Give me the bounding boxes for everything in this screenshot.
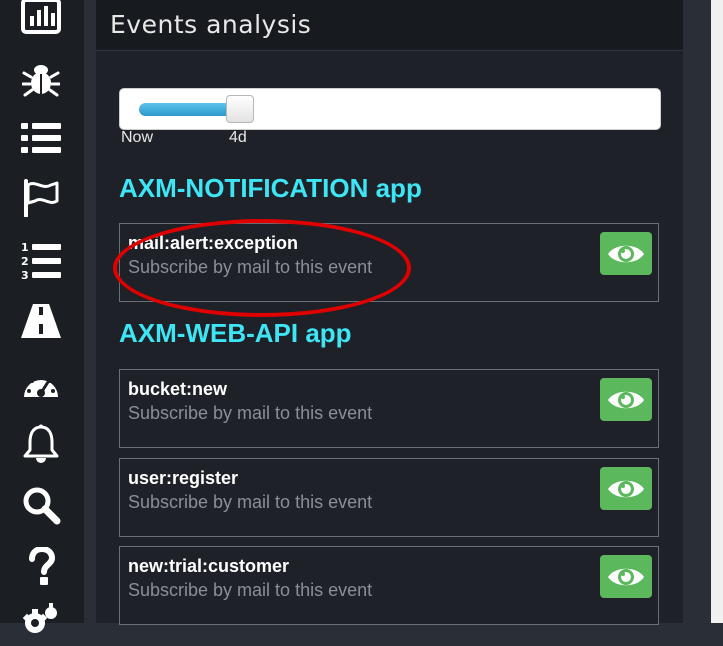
event-card: user:register Subscribe by mail to this … bbox=[119, 458, 659, 537]
event-name: user:register bbox=[128, 468, 239, 488]
slider-label-4d: 4d bbox=[229, 129, 247, 146]
subscribe-button[interactable] bbox=[600, 232, 652, 275]
help-icon[interactable] bbox=[18, 544, 64, 590]
svg-text:3: 3 bbox=[21, 269, 29, 280]
eye-icon bbox=[608, 568, 644, 585]
event-subtitle: Subscribe by mail to this event bbox=[128, 257, 373, 277]
event-name: mail:alert:exception bbox=[128, 233, 299, 253]
scroll-edge bbox=[711, 0, 723, 623]
event-name: bucket:new bbox=[128, 379, 228, 399]
subscribe-button[interactable] bbox=[600, 378, 652, 421]
speedometer-icon[interactable] bbox=[18, 362, 64, 408]
settings-icon[interactable] bbox=[18, 600, 64, 646]
road-icon[interactable] bbox=[18, 298, 64, 344]
flag-icon[interactable] bbox=[18, 175, 64, 221]
app-heading-web-api: AXM-WEB-API app bbox=[119, 318, 352, 348]
event-subtitle: Subscribe by mail to this event bbox=[128, 403, 373, 423]
eye-icon bbox=[608, 480, 644, 497]
slider-label-now: Now bbox=[121, 129, 154, 146]
list-icon[interactable] bbox=[18, 115, 64, 161]
eye-icon bbox=[608, 391, 644, 408]
svg-text:2: 2 bbox=[21, 255, 29, 268]
right-gutter bbox=[683, 0, 711, 623]
slider-fill bbox=[139, 103, 239, 116]
ordered-list-icon[interactable]: 123 bbox=[18, 237, 64, 283]
event-card: mail:alert:exception Subscribe by mail t… bbox=[119, 223, 659, 302]
event-subtitle: Subscribe by mail to this event bbox=[128, 580, 373, 600]
svg-text:1: 1 bbox=[21, 241, 29, 254]
event-name: new:trial:customer bbox=[128, 556, 290, 576]
page-title: Events analysis bbox=[110, 10, 312, 39]
event-card: new:trial:customer Subscribe by mail to … bbox=[119, 546, 659, 625]
dashboard-chart-icon[interactable] bbox=[18, 0, 64, 39]
bug-icon[interactable] bbox=[18, 55, 64, 101]
eye-icon bbox=[608, 245, 644, 262]
subscribe-button[interactable] bbox=[600, 467, 652, 510]
slider-handle[interactable] bbox=[226, 95, 254, 123]
panel-header: Events analysis bbox=[96, 0, 683, 51]
app-heading-notification: AXM-NOTIFICATION app bbox=[119, 173, 422, 203]
sidebar: 123 bbox=[0, 0, 84, 633]
search-icon[interactable] bbox=[18, 482, 64, 528]
bell-icon[interactable] bbox=[18, 421, 64, 467]
event-subtitle: Subscribe by mail to this event bbox=[128, 492, 373, 512]
time-range-slider[interactable] bbox=[119, 88, 661, 130]
subscribe-button[interactable] bbox=[600, 555, 652, 598]
event-card: bucket:new Subscribe by mail to this eve… bbox=[119, 369, 659, 448]
